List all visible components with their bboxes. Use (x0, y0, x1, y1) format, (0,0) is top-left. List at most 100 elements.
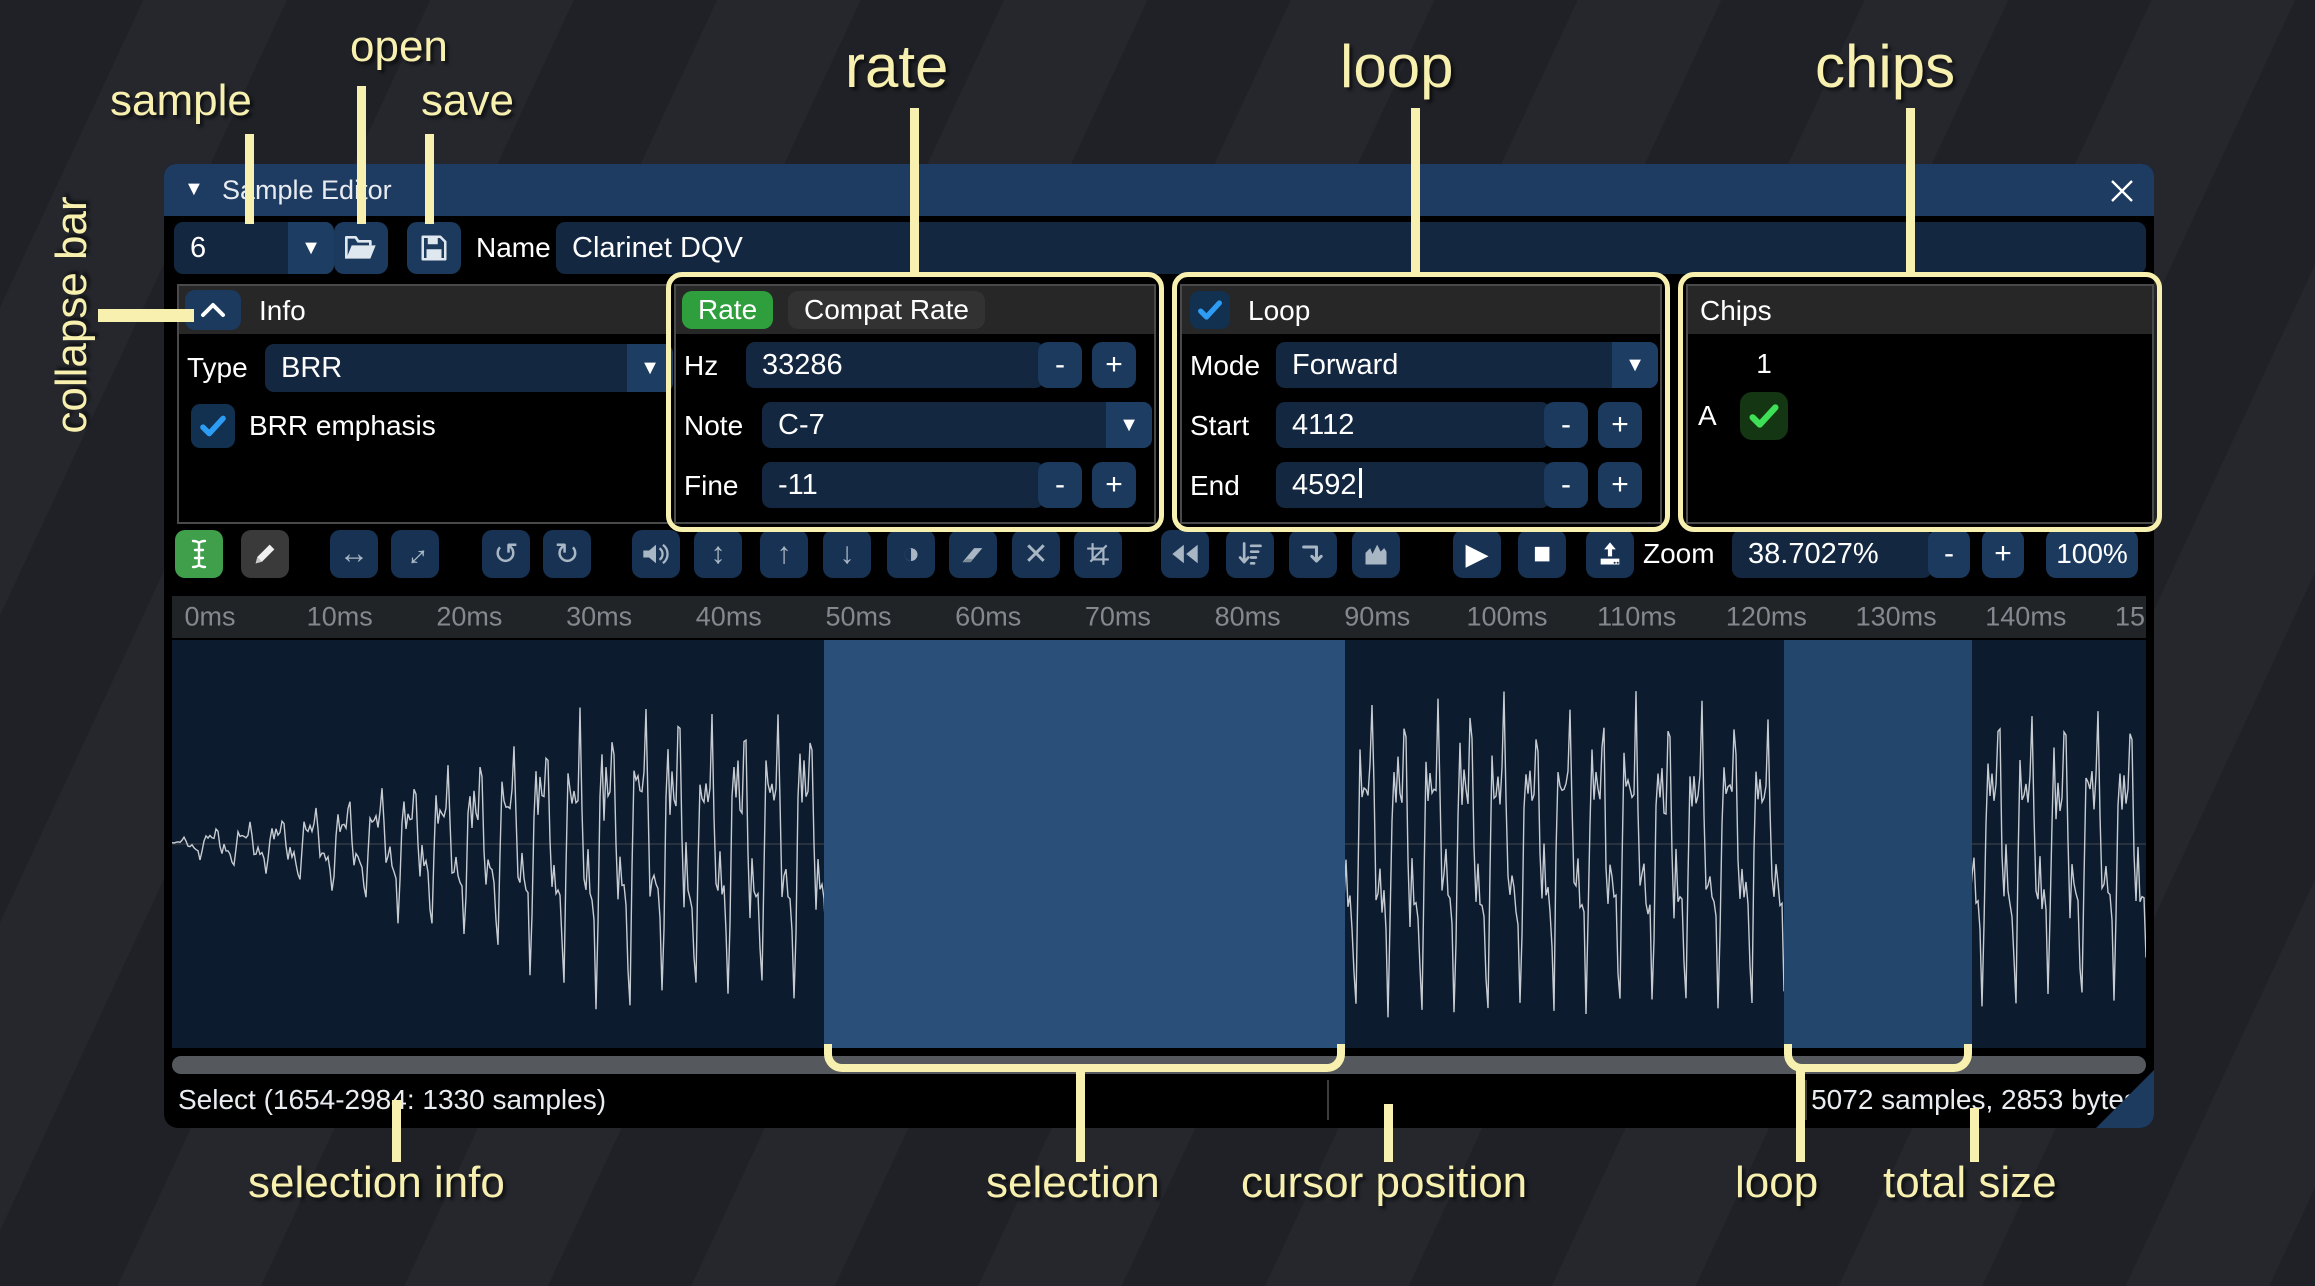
info-panel-title: Info (259, 295, 306, 326)
annotation-bracket-loop (1784, 1044, 1972, 1072)
stretch-horizontal-button[interactable]: ↔ (330, 530, 378, 578)
preview-sound-button[interactable] (632, 530, 680, 578)
stop-button[interactable]: ■ (1518, 530, 1566, 578)
chevron-down-icon: ▼ (288, 222, 334, 274)
annotation-selection: selection (986, 1158, 1160, 1207)
ruler-tick: 50ms (825, 601, 892, 632)
annotation-collapse-bar: collapse bar (47, 196, 96, 434)
pencil-icon (255, 544, 275, 564)
ibeam-cursor-icon (191, 539, 207, 569)
annotation-line-chips (1906, 108, 1915, 276)
brr-emphasis-checkbox[interactable] (191, 404, 235, 448)
trim-button[interactable] (1074, 530, 1122, 578)
resize-grip[interactable] (2096, 1070, 2154, 1128)
ruler-tick: 110ms (1597, 601, 1677, 632)
resize-free-button[interactable]: ↔ (391, 530, 439, 578)
crossfade-loop-button[interactable] (1289, 530, 1337, 578)
ruler-tick: 60ms (955, 601, 1022, 632)
type-value: BRR (281, 352, 343, 384)
annotation-chips: chips (1815, 33, 1956, 100)
annotation-loop: loop (1340, 33, 1454, 100)
normalize-button[interactable]: ↕ (694, 530, 742, 578)
rewind-button[interactable] (1161, 530, 1209, 578)
zoom-out-button[interactable]: - (1928, 530, 1970, 578)
invert-button[interactable]: ◑ (887, 530, 935, 578)
eraser-icon (962, 548, 983, 563)
sample-number-dropdown[interactable]: 6 ▼ (174, 222, 334, 274)
ruler-tick: 150ms (2114, 601, 2146, 632)
delete-selection-button[interactable]: ✕ (1012, 530, 1060, 578)
play-button[interactable]: ▶ (1453, 530, 1501, 578)
annotation-open: open (350, 22, 448, 71)
waveform-view[interactable] (172, 640, 2146, 1048)
ruler-tick: 30ms (566, 601, 633, 632)
rewind-icon (1172, 544, 1198, 564)
open-button[interactable] (334, 222, 388, 274)
brr-emphasis-label: BRR emphasis (249, 410, 436, 441)
draw-tool-button[interactable] (241, 530, 289, 578)
ruler-tick: 40ms (695, 601, 762, 632)
status-divider (1805, 1080, 1807, 1120)
save-button[interactable] (407, 222, 461, 274)
speaker-icon (643, 543, 669, 565)
undo-button[interactable]: ↺ (482, 530, 530, 578)
annotation-line-collapse-bar (98, 309, 194, 322)
amplify-down-button[interactable]: ↓ (823, 530, 871, 578)
annotation-line-sample (245, 134, 254, 224)
annotation-sample: sample (110, 76, 252, 125)
annotation-selection-info: selection info (248, 1158, 505, 1207)
annotation-total-size: total size (1883, 1158, 2057, 1207)
upload-icon (1600, 542, 1620, 565)
sample-number-value: 6 (190, 232, 207, 264)
name-label: Name (476, 232, 551, 263)
zoom-in-button[interactable]: + (1982, 530, 2024, 578)
amplify-up-button[interactable]: ↑ (760, 530, 808, 578)
vertical-arrows-icon: ↕ (710, 537, 726, 570)
sort-amount-down-icon (1238, 542, 1262, 565)
annotation-save: save (421, 76, 514, 125)
sort-samples-button[interactable] (1226, 530, 1274, 578)
checkmark-icon (200, 415, 226, 437)
arrow-turn-down-icon (1302, 545, 1323, 563)
contrast-circle-icon: ◑ (901, 537, 921, 570)
annotation-line-loop-bottom (1796, 1066, 1805, 1162)
floppy-disk-icon (421, 235, 447, 261)
titlebar[interactable]: ▼ Sample Editor (164, 164, 2154, 216)
redo-icon: ↻ (554, 537, 580, 571)
close-button[interactable] (2104, 173, 2140, 209)
zoom-label: Zoom (1643, 538, 1715, 569)
collapse-triangle-icon[interactable]: ▼ (184, 178, 204, 201)
loop-region (1784, 640, 1972, 1048)
undo-icon: ↺ (493, 537, 519, 571)
selection-region (824, 640, 1345, 1048)
screen: ▼ Sample Editor 6 ▼ Name Clarinet DQV In… (0, 0, 2315, 1286)
play-icon: ▶ (1465, 537, 1489, 571)
ruler-tick: 70ms (1084, 601, 1151, 632)
sample-name-value: Clarinet DQV (572, 232, 743, 264)
select-tool-button[interactable] (175, 530, 223, 578)
annotation-line-save (425, 134, 434, 224)
zoom-input[interactable]: 38.7027% (1732, 530, 1932, 578)
type-dropdown[interactable]: BRR ▼ (265, 344, 673, 392)
annotation-box-rate (666, 272, 1164, 532)
ruler-tick: 130ms (1855, 601, 1937, 632)
annotation-rate: rate (845, 33, 949, 100)
crop-icon (1087, 543, 1109, 565)
redo-button[interactable]: ↻ (543, 530, 591, 578)
timeline-ruler[interactable]: 0ms 10ms 20ms 30ms 40ms 50ms 60ms 70ms 80ms 90ms 1… (172, 596, 2146, 638)
ruler-tick: 20ms (436, 601, 503, 632)
annotation-line-selection (1076, 1066, 1085, 1162)
annotation-box-chips (1678, 272, 2162, 532)
folder-open-icon (345, 235, 376, 259)
silence-button[interactable] (949, 530, 997, 578)
arrow-up-icon: ↑ (776, 537, 792, 570)
chevron-up-icon (201, 303, 225, 317)
status-bar: Select (1654-2984: 1330 samples) 5072 sa… (164, 1074, 2154, 1128)
export-button[interactable] (1586, 530, 1634, 578)
annotation-line-cursor-position (1384, 1104, 1393, 1162)
arrow-down-icon: ↓ (839, 537, 855, 570)
zoom-reset-button[interactable]: 100% (2046, 530, 2138, 578)
filter-button[interactable] (1352, 530, 1400, 578)
diagonal-arrows-icon: ↔ (392, 531, 437, 576)
zoom-value: 38.7027% (1748, 538, 1879, 570)
